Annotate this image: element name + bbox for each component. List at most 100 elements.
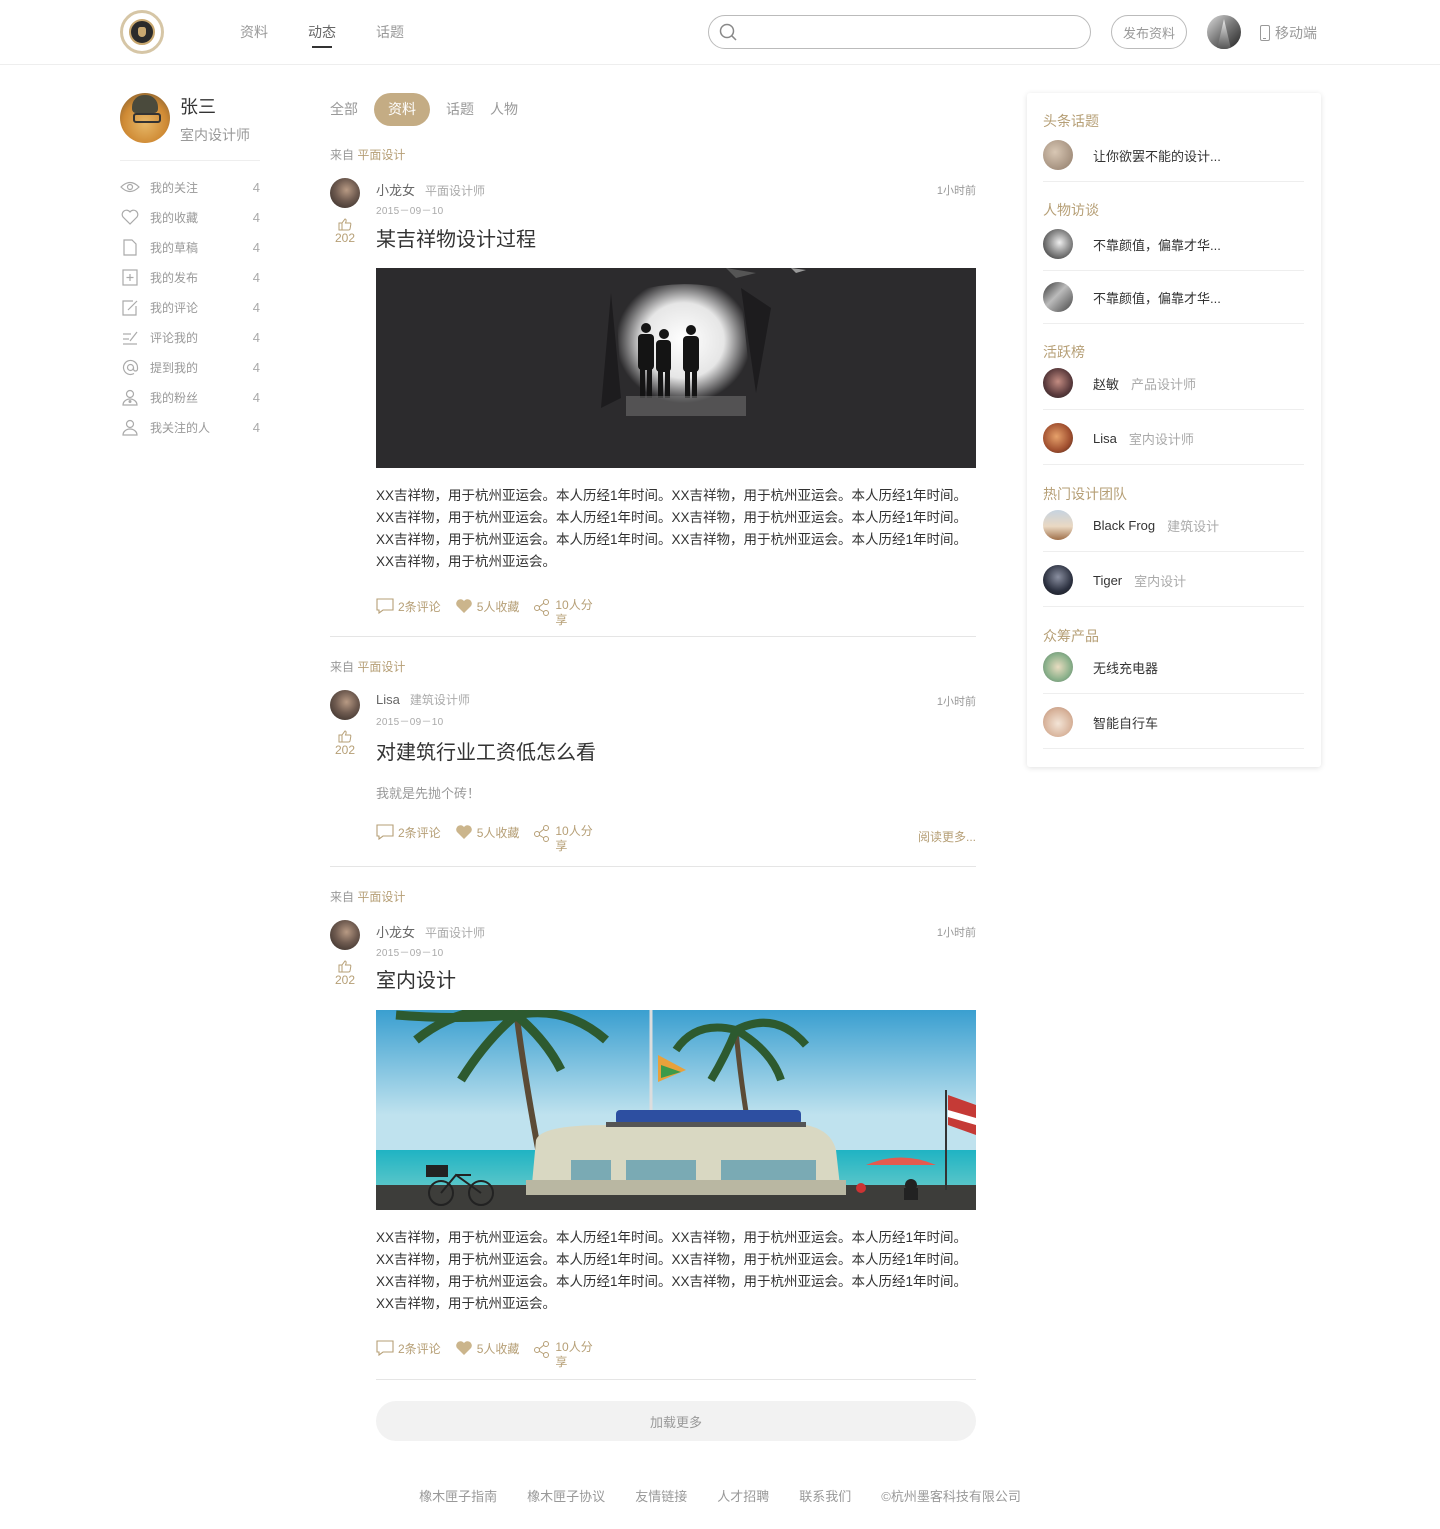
active-user-name: Lisa xyxy=(1093,430,1117,446)
share-icon xyxy=(534,599,550,616)
post-actions: 2条评论 5人收藏 10人分享 xyxy=(376,1340,595,1370)
add-document-icon xyxy=(120,268,140,286)
post-image-beach[interactable] xyxy=(376,1010,976,1210)
share-count: 10人分享 xyxy=(555,598,593,627)
like-button[interactable]: 202 xyxy=(332,218,358,245)
comment-button[interactable]: 2条评论 xyxy=(376,824,441,854)
heart-icon xyxy=(120,208,140,226)
footer-link-jobs[interactable]: 人才招聘 xyxy=(717,1486,769,1505)
footer-link-contact[interactable]: 联系我们 xyxy=(799,1486,851,1505)
read-more-link[interactable]: 阅读更多... xyxy=(918,828,976,845)
nav-item-feed[interactable]: 动态 xyxy=(308,22,336,48)
author-name[interactable]: 小龙女 平面设计师 xyxy=(376,180,485,199)
team-item[interactable]: Black Frog 建筑设计 xyxy=(1043,499,1304,552)
menu-item-mentions[interactable]: 提到我的 4 xyxy=(120,352,260,382)
section-title-interviews: 人物访谈 xyxy=(1043,202,1099,218)
comment-icon xyxy=(376,824,394,840)
beach-van-photo xyxy=(376,1010,976,1210)
author-name[interactable]: Lisa 建筑设计师 xyxy=(376,691,470,708)
tab-all[interactable]: 全部 xyxy=(330,93,358,126)
interview-item[interactable]: 不靠颜值，偏靠才华... xyxy=(1043,271,1304,324)
menu-item-people-i-follow[interactable]: 我关注的人 4 xyxy=(120,412,260,442)
comment-count: 2条评论 xyxy=(398,826,441,840)
favorite-button[interactable]: 5人收藏 xyxy=(455,598,520,628)
tab-people[interactable]: 人物 xyxy=(490,93,518,126)
team-logo xyxy=(1043,565,1073,595)
user-avatar[interactable] xyxy=(1207,15,1241,49)
post-source: 来自 平面设计 xyxy=(330,658,405,675)
post-title[interactable]: 某吉祥物设计过程 xyxy=(376,223,536,252)
publish-button[interactable]: 发布资料 xyxy=(1111,15,1187,49)
post-body: 我就是先抛个砖！ xyxy=(376,786,481,801)
footer-link-guide[interactable]: 橡木匣子指南 xyxy=(419,1486,497,1505)
tunnel-photo xyxy=(376,268,976,468)
source-category-link[interactable]: 平面设计 xyxy=(357,148,405,162)
share-count: 10人分享 xyxy=(555,1340,593,1369)
source-category-link[interactable]: 平面设计 xyxy=(357,890,405,904)
favorite-button[interactable]: 5人收藏 xyxy=(455,824,519,854)
search-box[interactable] xyxy=(708,15,1091,49)
mobile-link[interactable]: 移动端 xyxy=(1260,23,1317,43)
interview-title: 不靠颜值，偏靠才华... xyxy=(1093,237,1221,253)
logo[interactable] xyxy=(120,10,164,54)
author-avatar[interactable] xyxy=(330,178,360,208)
author-avatar[interactable] xyxy=(330,920,360,950)
comment-button[interactable]: 2条评论 xyxy=(376,1340,441,1370)
menu-label: 我的关注 xyxy=(150,180,199,195)
post-date: 2015－09－10 xyxy=(376,948,444,959)
menu-label: 提到我的 xyxy=(150,360,199,375)
menu-item-drafts[interactable]: 我的草稿 4 xyxy=(120,232,260,262)
share-button[interactable]: 10人分享 xyxy=(533,598,595,628)
profile-title: 室内设计师 xyxy=(180,127,250,143)
menu-item-favorites[interactable]: 我的收藏 4 xyxy=(120,202,260,232)
team-item[interactable]: Tiger 室内设计 xyxy=(1043,554,1304,607)
active-user-avatar xyxy=(1043,423,1073,453)
active-user-item[interactable]: 赵敏 产品设计师 xyxy=(1043,357,1304,410)
fans-icon xyxy=(120,388,140,406)
favorite-count: 5人收藏 xyxy=(476,600,520,614)
comment-edit-icon xyxy=(120,328,140,346)
author-role: 平面设计师 xyxy=(425,184,486,198)
at-icon xyxy=(120,358,140,376)
crowdfunding-item[interactable]: 无线充电器 xyxy=(1043,641,1304,694)
post-title[interactable]: 室内设计 xyxy=(376,964,456,993)
favorite-button[interactable]: 5人收藏 xyxy=(455,1340,519,1370)
comment-count: 2条评论 xyxy=(398,600,441,614)
heart-filled-icon xyxy=(455,825,472,839)
profile-avatar[interactable] xyxy=(120,93,170,143)
interview-title: 不靠颜值，偏靠才华... xyxy=(1093,290,1221,306)
load-more-button[interactable]: 加载更多 xyxy=(376,1401,976,1441)
section-title-headlines: 头条话题 xyxy=(1043,113,1099,129)
author-avatar[interactable] xyxy=(330,690,360,720)
footer-link-friends[interactable]: 友情链接 xyxy=(635,1486,687,1505)
like-button[interactable]: 202 xyxy=(332,960,358,987)
share-button[interactable]: 10人分享 xyxy=(533,824,595,854)
nav-item-resources[interactable]: 资料 xyxy=(240,22,268,48)
post-image-tunnel[interactable] xyxy=(376,268,976,468)
post-title[interactable]: 对建筑行业工资低怎么看 xyxy=(376,736,596,765)
nav-item-topics[interactable]: 话题 xyxy=(376,22,404,48)
post-body: XX吉祥物，用于杭州亚运会。本人历经1年时间。XX吉祥物，用于杭州亚运会。本人历… xyxy=(376,488,968,569)
source-category-link[interactable]: 平面设计 xyxy=(357,660,405,674)
author-name[interactable]: 小龙女 平面设计师 xyxy=(376,922,485,941)
search-input[interactable] xyxy=(745,22,1075,42)
post-date: 2015－09－10 xyxy=(376,717,444,728)
menu-item-comments-on-me[interactable]: 评论我的 4 xyxy=(120,322,260,352)
menu-item-fans[interactable]: 我的粉丝 4 xyxy=(120,382,260,412)
like-button[interactable]: 202 xyxy=(332,730,358,757)
share-button[interactable]: 10人分享 xyxy=(533,1340,595,1370)
tab-topics[interactable]: 话题 xyxy=(446,93,474,126)
interview-thumbnail xyxy=(1043,282,1073,312)
active-user-item[interactable]: Lisa 室内设计师 xyxy=(1043,412,1304,465)
footer-link-agreement[interactable]: 橡木匣子协议 xyxy=(527,1486,605,1505)
crowdfunding-item[interactable]: 智能自行车 xyxy=(1043,696,1304,749)
menu-item-published[interactable]: 我的发布 4 xyxy=(120,262,260,292)
active-user-role: 产品设计师 xyxy=(1131,376,1197,392)
tab-resources[interactable]: 资料 xyxy=(374,93,430,126)
interview-item[interactable]: 不靠颜值，偏靠才华... xyxy=(1043,218,1304,271)
post-divider xyxy=(376,1379,976,1380)
menu-item-following[interactable]: 我的关注 4 xyxy=(120,172,260,202)
headline-topic-item[interactable]: 让你欲罢不能的设计... xyxy=(1043,129,1304,182)
comment-button[interactable]: 2条评论 xyxy=(376,598,441,628)
menu-item-my-comments[interactable]: 我的评论 4 xyxy=(120,292,260,322)
